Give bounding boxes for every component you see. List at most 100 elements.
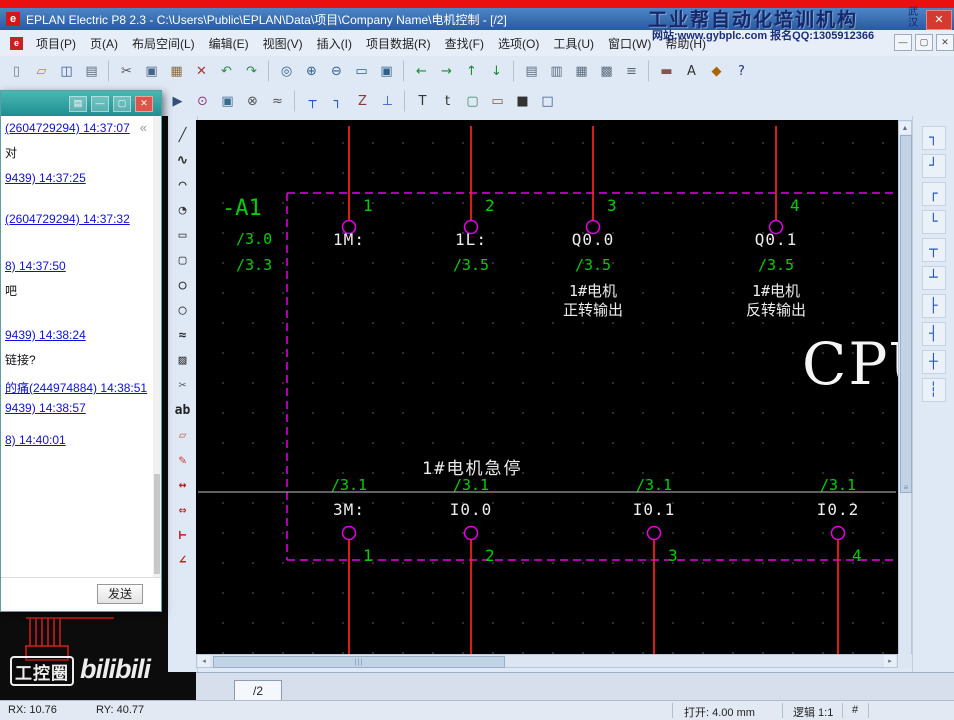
new-page-icon[interactable]: ▯ xyxy=(5,60,28,83)
menu-item[interactable]: 查找(F) xyxy=(438,31,491,56)
scroll-up-icon[interactable]: ▲ xyxy=(899,122,911,134)
brush-tool-icon[interactable]: ✎ xyxy=(172,449,194,471)
print-icon[interactable]: ▤ xyxy=(80,60,103,83)
page-down-icon[interactable]: ↓ xyxy=(485,60,508,83)
previous-page-icon[interactable]: ← xyxy=(410,60,433,83)
corner-up-right-icon[interactable]: └ xyxy=(921,210,946,234)
menu-item[interactable]: 插入(I) xyxy=(310,31,359,56)
separator[interactable] xyxy=(108,60,110,82)
menu-item[interactable]: 项目数据(R) xyxy=(359,31,438,56)
dimension-linear-icon[interactable]: ↔ xyxy=(172,474,194,496)
rectangle-tool-icon[interactable]: ▭ xyxy=(172,224,194,246)
t-node-icon[interactable]: ┬ xyxy=(301,90,324,113)
cross-connection-icon[interactable]: ┼ xyxy=(921,350,946,374)
text-tool-icon[interactable]: ab xyxy=(172,399,194,421)
eraser-tool-icon[interactable]: ▱ xyxy=(172,424,194,446)
send-button[interactable]: 发送 xyxy=(97,584,143,604)
zoom-in-icon[interactable]: ⊕ xyxy=(300,60,323,83)
cut-icon[interactable]: ✂ xyxy=(115,60,138,83)
structure-box-icon[interactable]: □ xyxy=(536,90,559,113)
find-icon[interactable]: ◎ xyxy=(275,60,298,83)
lock-icon[interactable]: ◆ xyxy=(705,60,728,83)
chat-close-icon[interactable]: ✕ xyxy=(135,95,153,112)
sector-tool-icon[interactable]: ◔ xyxy=(172,199,194,221)
corner-down-left-icon[interactable]: ┐ xyxy=(921,126,946,150)
vertical-scroll-thumb[interactable]: ≡ xyxy=(900,135,912,493)
chat-titlebar[interactable]: ▤ — ▢ ✕ xyxy=(1,91,161,116)
chat-scrollbar[interactable] xyxy=(153,116,161,578)
snap-grid-icon[interactable]: ≡ xyxy=(620,60,643,83)
t-node-up-icon[interactable]: ┴ xyxy=(921,266,946,290)
page-up-icon[interactable]: ↑ xyxy=(460,60,483,83)
select-tool-icon[interactable]: ▶ xyxy=(166,90,189,113)
hatch-tool-icon[interactable]: ▨ xyxy=(172,349,194,371)
line-tool-icon[interactable]: ╱ xyxy=(172,124,194,146)
t-node-right-icon[interactable]: ├ xyxy=(921,294,946,318)
ruler-icon[interactable]: ▬ xyxy=(655,60,678,83)
chat-maximize-icon[interactable]: ▢ xyxy=(113,95,131,112)
insert-terminal-icon[interactable]: ⊗ xyxy=(241,90,264,113)
text-size-icon[interactable]: A xyxy=(680,60,703,83)
black-box-icon[interactable]: ■ xyxy=(511,90,534,113)
polyline-tool-icon[interactable]: ∿ xyxy=(172,149,194,171)
chat-settings-icon[interactable]: ▤ xyxy=(69,95,87,112)
mdi-close-icon[interactable]: ✕ xyxy=(936,34,954,51)
close-window-icon[interactable]: ✕ xyxy=(926,10,952,30)
next-page-icon[interactable]: → xyxy=(435,60,458,83)
redo-icon[interactable]: ↷ xyxy=(240,60,263,83)
zoom-fit-icon[interactable]: ▣ xyxy=(375,60,398,83)
insert-symbol-icon[interactable]: ⊙ xyxy=(191,90,214,113)
break-point-icon[interactable]: ┆ xyxy=(921,378,946,402)
circle-tool-icon[interactable]: ○ xyxy=(172,274,194,296)
help-icon[interactable]: ? xyxy=(730,60,753,83)
mdi-minimize-icon[interactable]: — xyxy=(894,34,912,51)
menu-item[interactable]: 编辑(E) xyxy=(202,31,256,56)
plc-box-icon[interactable]: ▭ xyxy=(486,90,509,113)
open-project-icon[interactable]: ▱ xyxy=(30,60,53,83)
dimension-baseline-icon[interactable]: ⊢ xyxy=(172,524,194,546)
copy-icon[interactable]: ▣ xyxy=(140,60,163,83)
grid-large-icon[interactable]: ▦ xyxy=(570,60,593,83)
scroll-right-icon[interactable]: ▸ xyxy=(884,655,896,667)
page-tab[interactable]: /2 xyxy=(234,680,283,701)
ellipse-tool-icon[interactable]: ◯ xyxy=(172,299,194,321)
grid-extra-icon[interactable]: ▩ xyxy=(595,60,618,83)
trim-tool-icon[interactable]: ✂ xyxy=(172,374,194,396)
separator[interactable] xyxy=(648,60,650,82)
zoom-window-icon[interactable]: ▭ xyxy=(350,60,373,83)
menu-item[interactable]: 布局空间(L) xyxy=(125,31,202,56)
separator[interactable] xyxy=(268,60,270,82)
insert-cable-icon[interactable]: ≈ xyxy=(266,90,289,113)
horizontal-scroll-thumb[interactable]: ||| xyxy=(213,656,505,668)
menu-item[interactable]: 工具(U) xyxy=(546,31,601,56)
schematic-canvas[interactable]: -A1 /3.0 /3.3 1 1M: 2 1L: /3.5 3 Q0.0 /3… xyxy=(196,120,898,654)
corner-icon[interactable]: ┐ xyxy=(326,90,349,113)
grid-small-icon[interactable]: ▤ xyxy=(520,60,543,83)
separator[interactable] xyxy=(404,90,406,112)
menu-item[interactable]: 选项(O) xyxy=(491,31,546,56)
delete-icon[interactable]: ✕ xyxy=(190,60,213,83)
t-node-down-icon[interactable]: ┬ xyxy=(921,238,946,262)
horizontal-scrollbar[interactable]: ◂ ||| ▸ xyxy=(196,654,898,668)
grid-medium-icon[interactable]: ▥ xyxy=(545,60,568,83)
mdi-restore-icon[interactable]: ▢ xyxy=(915,34,933,51)
arc-tool-icon[interactable]: ◠ xyxy=(172,174,194,196)
corner-down-right-icon[interactable]: ┌ xyxy=(921,182,946,206)
chat-minimize-icon[interactable]: — xyxy=(91,95,109,112)
potential-icon[interactable]: ⊥ xyxy=(376,90,399,113)
t-node-left-icon[interactable]: ┤ xyxy=(921,322,946,346)
vertical-scrollbar[interactable]: ▲ ≡ ▼ xyxy=(898,120,912,668)
rounded-rect-tool-icon[interactable]: ▢ xyxy=(172,249,194,271)
save-icon[interactable]: ◫ xyxy=(55,60,78,83)
insert-text-icon[interactable]: T xyxy=(411,90,434,113)
menu-item[interactable]: 视图(V) xyxy=(256,31,310,56)
spline-tool-icon[interactable]: ≈ xyxy=(172,324,194,346)
menu-item[interactable]: 项目(P) xyxy=(29,31,83,56)
zoom-out-icon[interactable]: ⊖ xyxy=(325,60,348,83)
interruption-point-icon[interactable]: Z xyxy=(351,90,374,113)
menu-item[interactable]: 窗口(W) xyxy=(601,31,658,56)
macro-box-icon[interactable]: ▢ xyxy=(461,90,484,113)
collapse-chat-icon[interactable]: « xyxy=(140,120,147,135)
angle-tool-icon[interactable]: ∠ xyxy=(172,549,194,571)
paste-icon[interactable]: ▦ xyxy=(165,60,188,83)
